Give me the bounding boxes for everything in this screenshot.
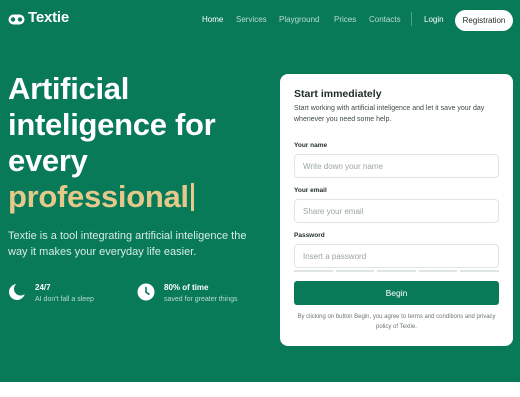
nav-services[interactable]: Services bbox=[236, 15, 267, 24]
moon-icon bbox=[8, 283, 26, 306]
stat-time-saved: 80% of time saved for greater things bbox=[137, 283, 238, 306]
password-input[interactable] bbox=[294, 244, 499, 268]
clock-icon bbox=[137, 283, 155, 306]
begin-button[interactable]: Begin bbox=[294, 281, 499, 305]
strength-segment bbox=[377, 270, 416, 272]
headline-line-1: Artificial bbox=[8, 71, 130, 106]
stat-availability: 24/7 AI don't fall a sleep bbox=[8, 283, 94, 306]
form-title: Start immediately bbox=[294, 88, 382, 100]
stat-title: 80% of time bbox=[164, 283, 209, 292]
password-label: Password bbox=[294, 232, 325, 239]
nav-home[interactable]: Home bbox=[202, 15, 223, 24]
email-label: Your email bbox=[294, 187, 327, 194]
stat-title: 24/7 bbox=[35, 283, 51, 292]
email-input[interactable] bbox=[294, 199, 499, 223]
registration-button[interactable]: Registration bbox=[455, 10, 513, 31]
strength-segment bbox=[418, 270, 458, 272]
terms-note: By clicking on button Begin, you agree t… bbox=[297, 314, 496, 330]
headline-accent: professional bbox=[8, 179, 189, 214]
strength-segment bbox=[460, 270, 499, 272]
nav-prices[interactable]: Prices bbox=[334, 15, 356, 24]
stat-description: saved for greater things bbox=[164, 296, 238, 303]
login-link[interactable]: Login bbox=[424, 15, 444, 24]
password-strength-meter bbox=[294, 270, 499, 272]
headline-line-2: inteligence for bbox=[8, 107, 216, 142]
typing-cursor bbox=[190, 183, 194, 211]
signup-card: Start immediately Start working with art… bbox=[280, 74, 513, 346]
form-description: Start working with artificial inteligenc… bbox=[294, 105, 485, 123]
hero-subtitle: Textie is a tool integrating artificial … bbox=[8, 230, 247, 258]
hero-section: Textie Home Services Playground Prices C… bbox=[0, 0, 520, 382]
headline-line-3: every bbox=[8, 143, 88, 178]
hero-headline: Artificial inteligence for every profess… bbox=[8, 71, 216, 215]
strength-segment bbox=[335, 270, 375, 272]
strength-segment bbox=[294, 270, 333, 272]
name-input[interactable] bbox=[294, 154, 499, 178]
name-label: Your name bbox=[294, 142, 328, 149]
nav-playground[interactable]: Playground bbox=[279, 15, 319, 24]
nav-divider bbox=[411, 12, 412, 26]
nav-contacts[interactable]: Contacts bbox=[369, 15, 401, 24]
stat-description: AI don't fall a sleep bbox=[35, 296, 94, 303]
